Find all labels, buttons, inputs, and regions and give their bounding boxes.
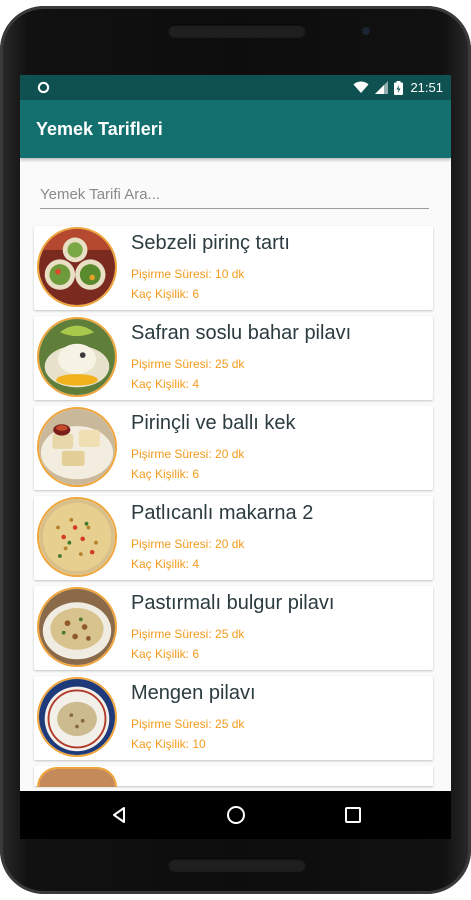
recipe-thumbnail [37, 677, 117, 757]
recipe-thumbnail [37, 587, 117, 667]
wifi-icon [353, 81, 369, 94]
recipe-servings: Kaç Kişilik: 10 [131, 737, 206, 751]
battery-icon [394, 80, 404, 95]
recipe-cook-time: Pişirme Süresi: 25 dk [131, 357, 245, 371]
recipe-thumbnail [37, 497, 117, 577]
recipe-thumbnail [37, 767, 117, 787]
front-camera [362, 27, 370, 35]
recipe-title: Patlıcanlı makarna 2 [131, 502, 314, 524]
recipe-item-mengen-pilavi[interactable]: Mengen pilavı Pişirme Süresi: 25 dk Kaç … [34, 676, 433, 760]
recipe-thumbnail [37, 317, 117, 397]
recipe-title: Mengen pilavı [131, 682, 256, 704]
recipe-list: Sebzeli pirinç tartı Pişirme Süresi: 10 … [34, 226, 433, 787]
recipe-thumbnail [37, 407, 117, 487]
recipe-cook-time: Pişirme Süresi: 25 dk [131, 627, 245, 641]
phone-frame: 21:51 Yemek Tarifleri Sebzeli pirinç tar… [0, 6, 471, 894]
recipe-item-pirincli-ve-balli-kek[interactable]: Pirinçli ve ballı kek Pişirme Süresi: 20… [34, 406, 433, 490]
recipe-servings: Kaç Kişilik: 6 [131, 647, 200, 661]
recipe-title: Sebzeli pirinç tartı [131, 232, 290, 254]
recipe-item-patlicanli-makarna-2[interactable]: Patlıcanlı makarna 2 Pişirme Süresi: 20 … [34, 496, 433, 580]
recipe-title: Pirinçli ve ballı kek [131, 412, 296, 434]
recipe-item-sebzeli-pirinc-tarti[interactable]: Sebzeli pirinç tartı Pişirme Süresi: 10 … [34, 226, 433, 310]
recipe-thumbnail [37, 227, 117, 307]
recipe-title: Safran soslu bahar pilavı [131, 322, 352, 344]
notification-circle-icon [37, 81, 50, 94]
recipe-cook-time: Pişirme Süresi: 20 dk [131, 537, 245, 551]
search-input[interactable] [40, 180, 429, 209]
navigation-bar [20, 791, 451, 839]
recipe-cook-time: Pişirme Süresi: 10 dk [131, 267, 245, 281]
home-icon[interactable] [216, 795, 256, 835]
status-bar: 21:51 [20, 75, 451, 100]
status-time: 21:51 [410, 80, 443, 95]
app-title: Yemek Tarifleri [36, 118, 163, 139]
recipe-item-safran-soslu-bahar-pilavi[interactable]: Safran soslu bahar pilavı Pişirme Süresi… [34, 316, 433, 400]
recipe-servings: Kaç Kişilik: 6 [131, 467, 200, 481]
back-icon[interactable] [99, 795, 139, 835]
app-bar: Yemek Tarifleri [20, 100, 451, 158]
recipe-servings: Kaç Kişilik: 4 [131, 377, 200, 391]
recipe-title: Pastırmalı bulgur pilavı [131, 592, 335, 614]
recipe-item-pastirmali-bulgur-pilavi[interactable]: Pastırmalı bulgur pilavı Pişirme Süresi:… [34, 586, 433, 670]
recipe-servings: Kaç Kişilik: 4 [131, 557, 200, 571]
screen: 21:51 Yemek Tarifleri Sebzeli pirinç tar… [20, 75, 451, 791]
signal-icon [375, 81, 389, 94]
recipe-servings: Kaç Kişilik: 6 [131, 287, 200, 301]
recipe-cook-time: Pişirme Süresi: 25 dk [131, 717, 245, 731]
bottom-speaker [168, 858, 306, 872]
recipe-item-partial[interactable] [34, 766, 433, 787]
recipe-cook-time: Pişirme Süresi: 20 dk [131, 447, 245, 461]
main-content: Sebzeli pirinç tartı Pişirme Süresi: 10 … [20, 158, 451, 791]
recents-icon[interactable] [333, 795, 373, 835]
earpiece-speaker [168, 24, 306, 38]
